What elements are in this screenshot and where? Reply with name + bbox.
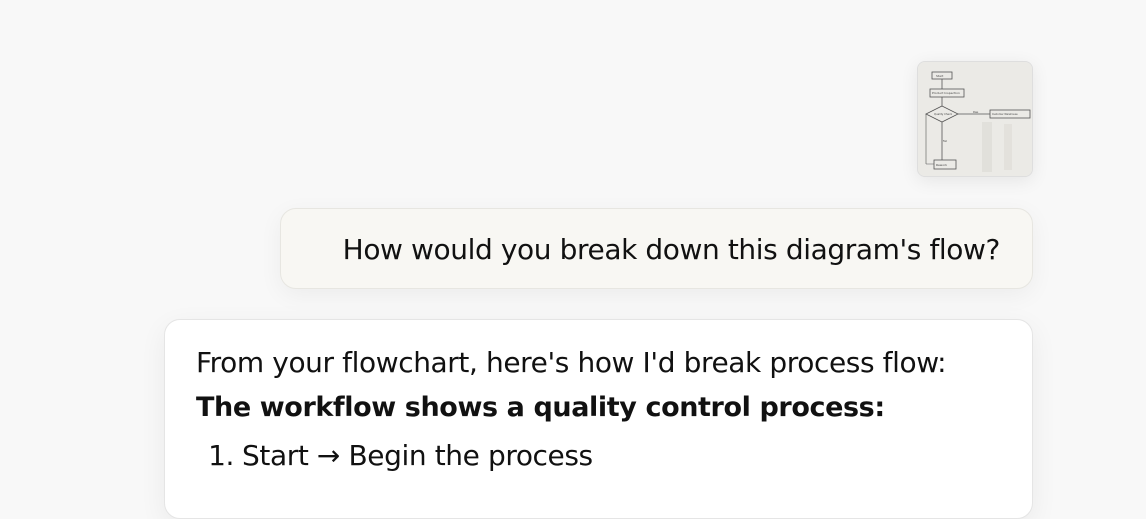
workflow-steps-list: 1. Start → Begin the process xyxy=(196,432,1016,480)
step-text: Start → Begin the process xyxy=(242,439,593,472)
list-item: 1. Start → Begin the process xyxy=(196,432,1016,480)
flowchart-node-decision: Quality Check xyxy=(934,112,953,116)
flowchart-node-rework: Rework xyxy=(936,163,947,167)
flowchart-thumbnail-icon: Start Product Inspection Quality Check P… xyxy=(918,62,1032,176)
assistant-section-heading: The workflow shows a quality control pro… xyxy=(196,392,885,423)
flowchart-label-fail: Fail xyxy=(943,140,947,143)
assistant-intro-text: From your flowchart, here's how I'd brea… xyxy=(196,346,947,379)
flowchart-node-start: Start xyxy=(936,74,944,78)
attached-image-thumbnail[interactable]: Start Product Inspection Quality Check P… xyxy=(917,61,1033,177)
flowchart-node-warehouse: Customer Warehouse xyxy=(992,113,1018,116)
assistant-message-bubble: From your flowchart, here's how I'd brea… xyxy=(164,319,1033,519)
flowchart-label-pass: Pass xyxy=(973,111,979,114)
assistant-message-content: From your flowchart, here's how I'd brea… xyxy=(196,342,1016,480)
user-message-text: How would you break down this diagram's … xyxy=(342,233,1001,266)
step-number: 1. xyxy=(208,439,234,472)
user-message-bubble: How would you break down this diagram's … xyxy=(280,208,1033,289)
chat-window: Start Product Inspection Quality Check P… xyxy=(0,0,1146,519)
flowchart-node-inspection: Product Inspection xyxy=(932,91,960,95)
